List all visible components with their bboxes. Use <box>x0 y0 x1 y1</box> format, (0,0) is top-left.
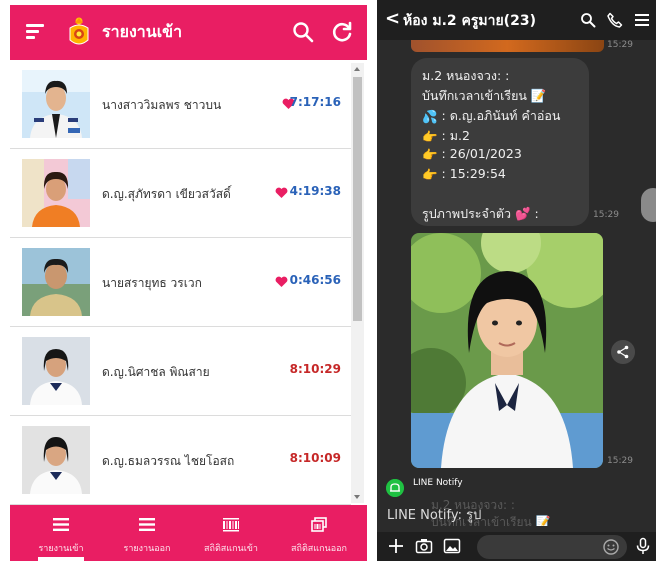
message-timestamp: 15:29 <box>593 210 619 220</box>
avatar <box>22 70 90 138</box>
camera-icon[interactable] <box>415 537 433 555</box>
nav-label: สถิติสแกนเข้า <box>204 544 258 554</box>
nav-item-checkout-stats[interactable]: สถิติสแกนออก <box>274 505 364 561</box>
page-title: รายงานเข้า <box>102 22 183 41</box>
scroll-thumb[interactable] <box>353 77 362 321</box>
chat-header: < ห้อง ม.2 ครูมาย(23) <box>377 0 656 40</box>
active-tab-indicator <box>38 557 84 561</box>
notification-preview[interactable]: LINE Notify: รูป <box>387 504 481 525</box>
menu-icon[interactable] <box>634 12 650 28</box>
check-in-time: 8:10:29 <box>289 362 341 376</box>
avatar <box>22 248 90 316</box>
mic-icon[interactable] <box>634 537 652 555</box>
list-icon <box>53 518 69 531</box>
share-icon[interactable] <box>611 340 635 364</box>
sender-name: LINE Notify <box>413 478 463 488</box>
emoji-icon[interactable] <box>602 538 620 556</box>
list-item[interactable]: ด.ญ.สุภัทรดา เขียวสวัสดิ์ 4:19:38 <box>10 149 351 238</box>
message-timestamp: 15:29 <box>607 456 633 466</box>
message-line: 👉 : 26/01/2023 <box>422 146 522 162</box>
menu-icon[interactable] <box>26 24 44 40</box>
scroll-down-icon[interactable] <box>354 495 360 499</box>
student-name: ด.ญ.ธมลวรรณ ไชยโอสถ <box>102 454 235 468</box>
pointing-hand-emoji: 👉 <box>422 128 438 144</box>
phone-icon[interactable] <box>607 12 623 28</box>
heart-icon <box>275 276 288 287</box>
check-in-time: 8:10:09 <box>289 451 341 465</box>
list-item[interactable]: ด.ญ.ธมลวรรณ ไชยโอสถ 8:10:09 <box>10 416 351 505</box>
scan-icon <box>311 517 327 532</box>
pointing-hand-emoji: 👉 <box>422 146 438 162</box>
student-list: นางสาววิมลพร ชาวบน 7:17:16 ด.ญ.สุภัทรดา … <box>10 60 351 505</box>
scrollbar[interactable] <box>351 63 364 503</box>
avatar <box>22 426 90 494</box>
avatar <box>22 337 90 405</box>
nav-label: สถิติสแกนออก <box>291 544 347 554</box>
list-icon <box>139 518 155 531</box>
nav-label: รายงานเข้า <box>38 544 84 554</box>
student-photo[interactable] <box>411 233 603 468</box>
previous-photo[interactable] <box>411 40 604 52</box>
refresh-icon[interactable] <box>330 20 354 44</box>
line-chat: < ห้อง ม.2 ครูมาย(23) 15:29 ม.2 หนองจวง:… <box>377 0 656 561</box>
message-input[interactable] <box>477 535 627 559</box>
barcode-icon <box>223 518 239 532</box>
nav-item-checkout-report[interactable]: รายงานออก <box>106 505 188 561</box>
search-icon[interactable] <box>291 20 315 44</box>
plus-icon[interactable] <box>387 537 405 555</box>
droplets-emoji: 💦 <box>422 108 438 124</box>
list-item[interactable]: นางสาววิมลพร ชาวบน 7:17:16 <box>10 60 351 149</box>
nav-label: รายงานออก <box>123 544 171 554</box>
line-notify-icon <box>386 479 404 497</box>
message-line: 👉 : ม.2 <box>422 128 470 144</box>
nav-item-checkin-report[interactable]: รายงานเข้า <box>20 505 102 561</box>
image-icon[interactable] <box>443 537 461 555</box>
scroll-handle[interactable] <box>641 188 656 222</box>
message-line: 💦 : ด.ญ.อภินันท์ คำอ่อน <box>422 108 561 124</box>
attendance-app: รายงานเข้า นางสาววิมลพร ชาวบน 7:17:16 ด.… <box>10 5 367 561</box>
student-name: นายสรายุทธ วรเวก <box>102 276 202 290</box>
school-logo <box>69 17 89 45</box>
message-line: ม.2 หนองจวง: : <box>422 68 510 83</box>
search-icon[interactable] <box>580 12 596 28</box>
chat-input-bar <box>377 532 656 561</box>
message-line: บันทึกเวลาเข้าเรียน 📝 <box>422 88 547 103</box>
check-in-time: 7:17:16 <box>289 95 341 109</box>
check-in-time: 0:46:56 <box>289 273 341 287</box>
message-bubble[interactable]: ม.2 หนองจวง: : บันทึกเวลาเข้าเรียน 📝 💦 :… <box>411 58 589 226</box>
message-timestamp: 15:29 <box>607 40 633 50</box>
student-name: ด.ญ.สุภัทรดา เขียวสวัสดิ์ <box>102 187 231 201</box>
app-header: รายงานเข้า <box>10 5 367 60</box>
student-name: นางสาววิมลพร ชาวบน <box>102 98 222 112</box>
check-in-time: 4:19:38 <box>289 184 341 198</box>
list-item[interactable]: ด.ญ.นิศาชล พิณสาย 8:10:29 <box>10 327 351 416</box>
chat-title: ห้อง ม.2 ครูมาย(23) <box>403 13 536 29</box>
scroll-up-icon[interactable] <box>354 67 360 71</box>
message-line: รูปภาพประจำตัว 💕 : <box>422 206 539 221</box>
heart-icon <box>275 187 288 198</box>
bottom-nav: รายงานเข้า รายงานออก สถิติสแกนเข้า สถิติ… <box>10 505 367 561</box>
nav-item-checkin-stats[interactable]: สถิติสแกนเข้า <box>190 505 272 561</box>
avatar <box>22 159 90 227</box>
list-item[interactable]: นายสรายุทธ วรเวก 0:46:56 <box>10 238 351 327</box>
pointing-hand-emoji: 👉 <box>422 166 438 182</box>
message-line: 👉 : 15:29:54 <box>422 166 506 182</box>
back-icon[interactable]: < <box>385 8 400 29</box>
student-name: ด.ญ.นิศาชล พิณสาย <box>102 365 210 379</box>
